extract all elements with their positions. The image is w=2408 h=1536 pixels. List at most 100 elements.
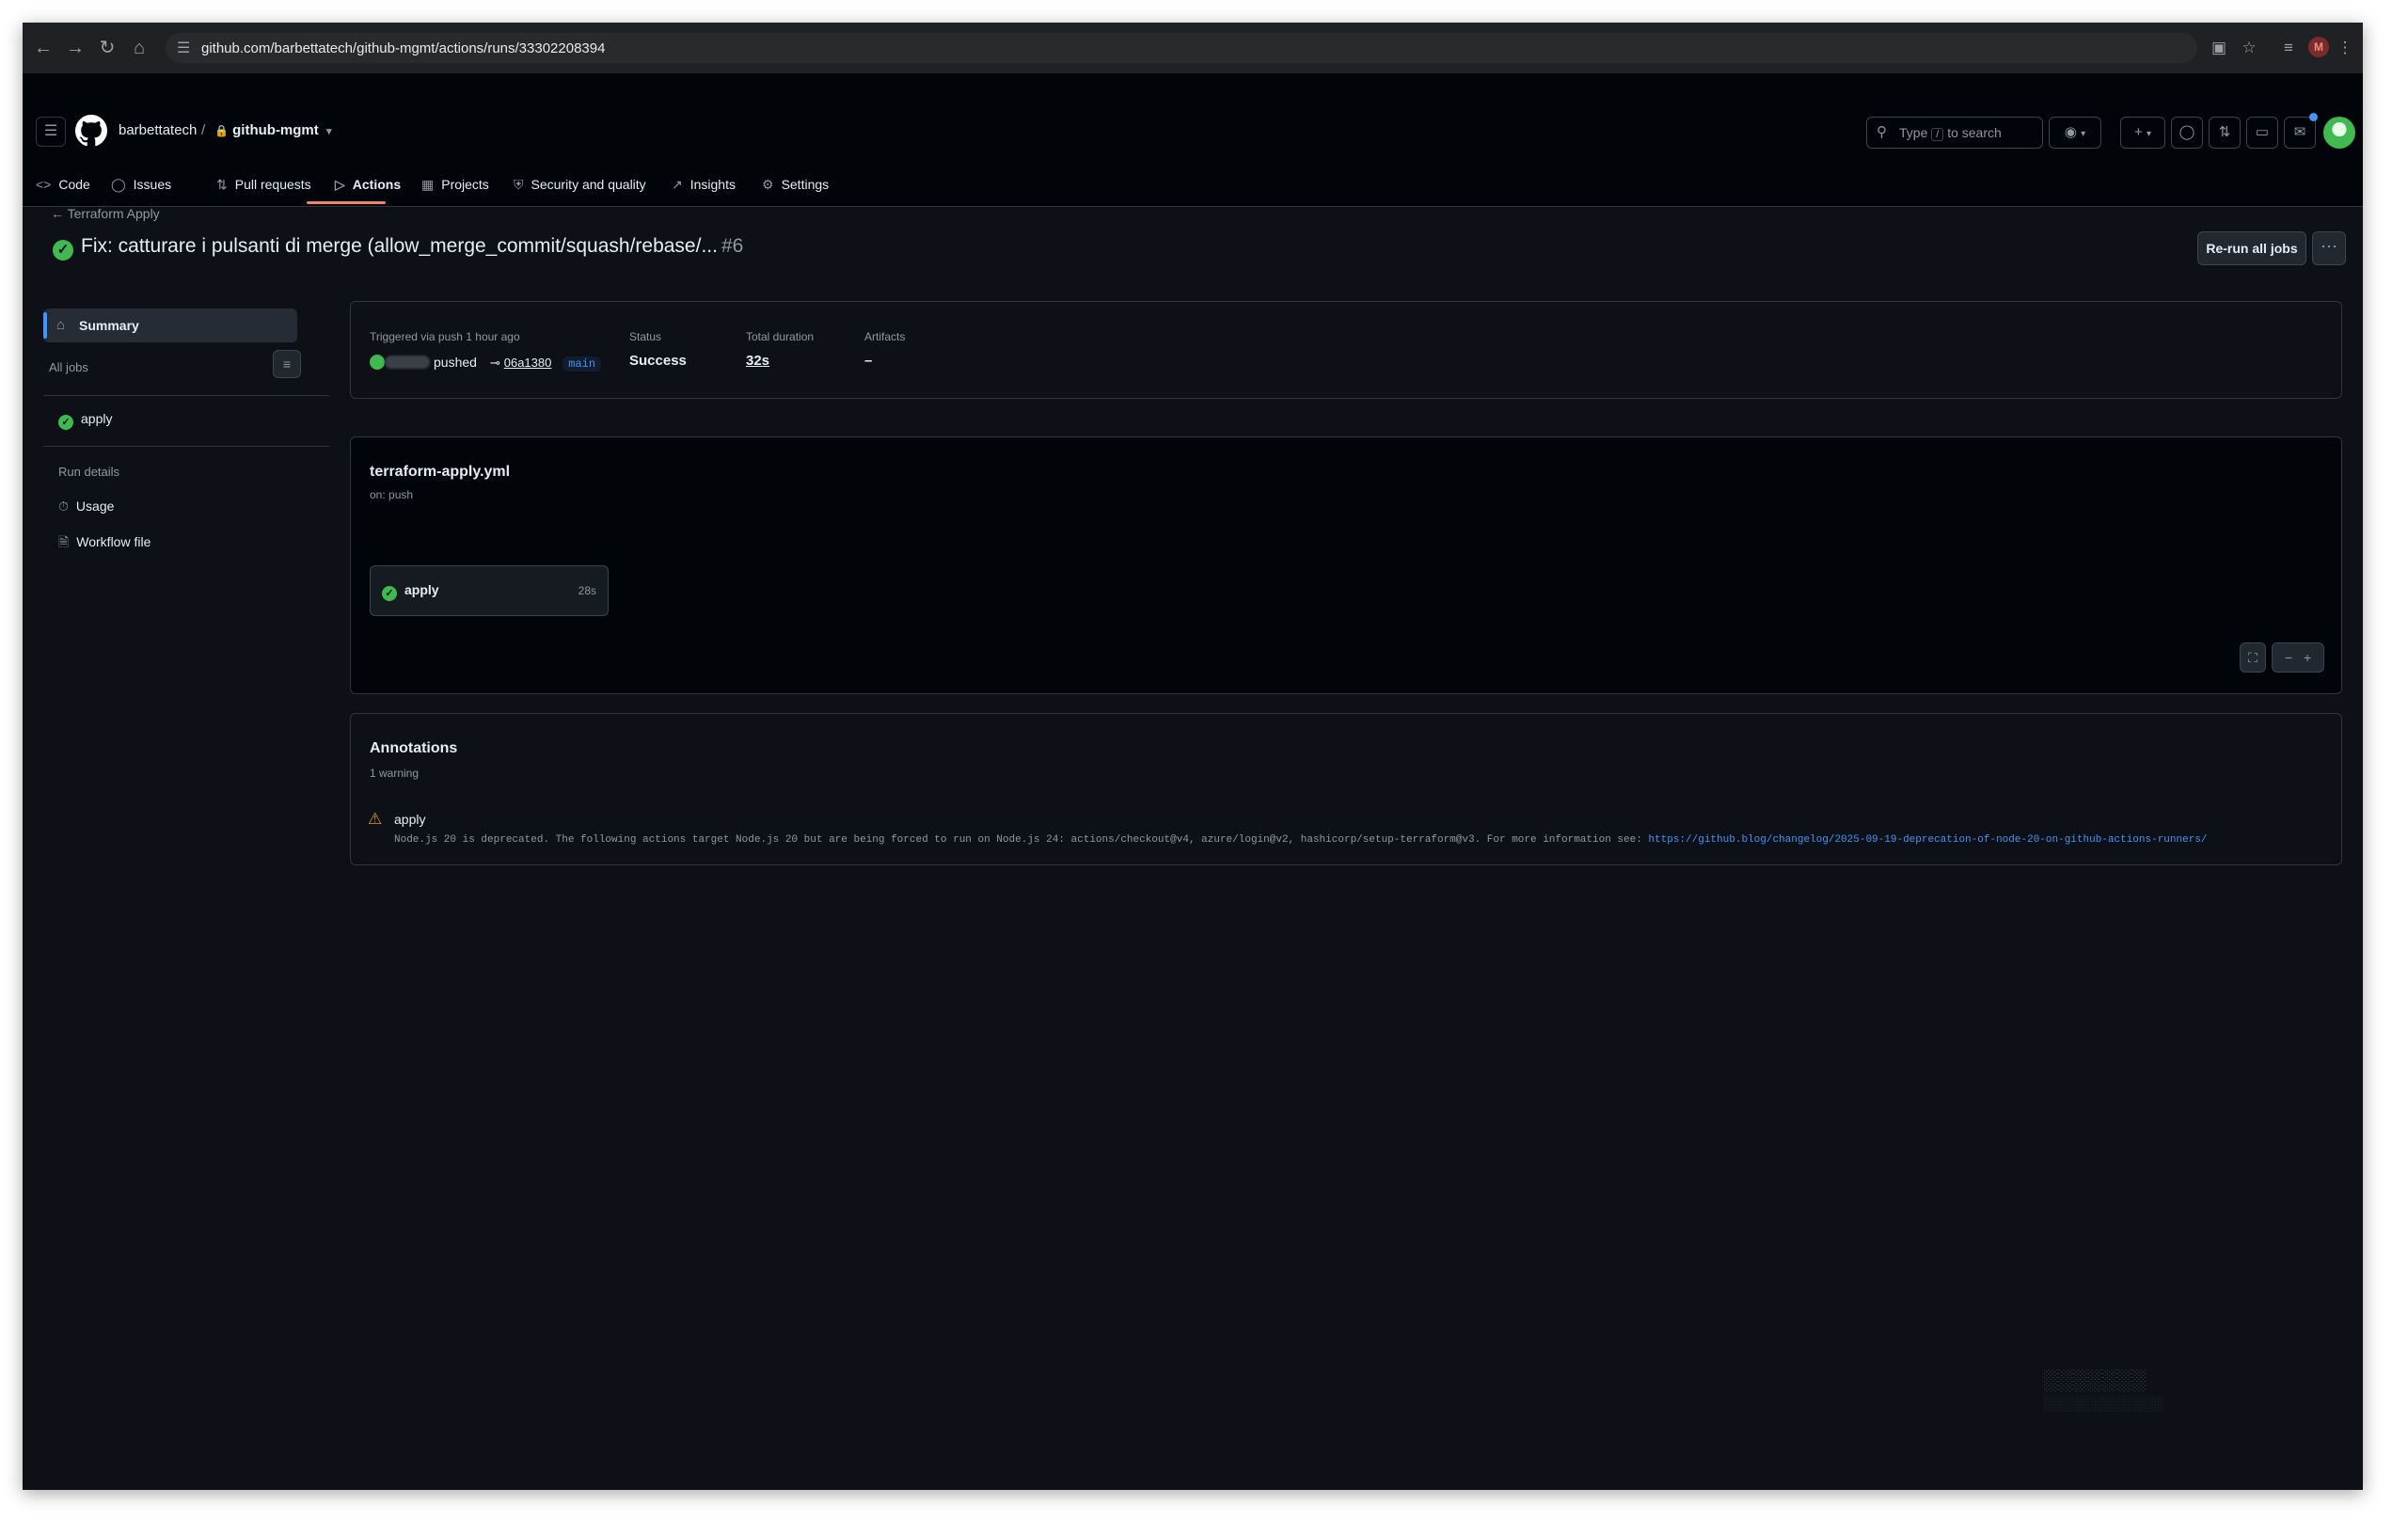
- inbox-button[interactable]: ✉: [2284, 117, 2316, 149]
- table-icon: ▦: [421, 177, 435, 192]
- commit-icon: ⊸: [489, 356, 500, 370]
- actor-avatar[interactable]: [370, 355, 385, 370]
- check-circle-icon: ✓: [382, 586, 397, 601]
- artifacts-value: –: [864, 353, 873, 369]
- trigger-label: Triggered via push 1 hour ago: [370, 330, 520, 343]
- media-controls-icon[interactable]: ≡: [2276, 36, 2301, 60]
- actor-name-redacted[interactable]: [385, 356, 430, 369]
- status-value: Success: [629, 353, 687, 369]
- tab-settings[interactable]: ⚙ Settings: [762, 166, 829, 205]
- run-title: ✓ Fix: catturare i pulsanti di merge (all…: [53, 235, 743, 261]
- tab-pull-requests[interactable]: ⇅ Pull requests: [216, 166, 311, 205]
- repo-link[interactable]: 🔒 github-mgmt ▾: [214, 122, 331, 138]
- tab-insights[interactable]: ↗ Insights: [672, 166, 736, 205]
- run-title-text: Fix: catturare i pulsanti di merge (allo…: [81, 235, 718, 257]
- chevron-down-icon[interactable]: ▾: [326, 126, 332, 137]
- browser-toolbar: ← → ↻ ⌂ ☰ github.com/barbettatech/github…: [23, 23, 2363, 73]
- selected-indicator: [43, 312, 47, 339]
- sidebar-divider: [43, 446, 329, 447]
- menu-icon[interactable]: ☰: [36, 117, 66, 147]
- owner-link[interactable]: barbettatech: [119, 122, 197, 138]
- tab-projects[interactable]: ▦ Projects: [421, 166, 489, 205]
- github-logo-icon[interactable]: [75, 115, 107, 147]
- chevron-down-icon: ▾: [2081, 129, 2086, 139]
- zoom-out-icon[interactable]: −: [2285, 650, 2292, 665]
- bookmark-star-icon[interactable]: ☆: [2237, 36, 2261, 60]
- issue-icon: ◯: [2178, 124, 2195, 140]
- pull-request-icon: ⇅: [2218, 124, 2231, 140]
- active-tab-indicator: [307, 201, 386, 204]
- trigger-actor: pushed ⊸ 06a1380 main: [370, 355, 602, 372]
- profile-avatar[interactable]: M: [2308, 37, 2329, 57]
- all-jobs-heading: All jobs: [49, 360, 88, 374]
- run-summary-card: Triggered via push 1 hour ago pushed ⊸ 06…: [350, 301, 2342, 399]
- sidebar-item-summary[interactable]: ⌂ Summary: [43, 309, 297, 342]
- sidebar-item-usage[interactable]: ⏱ Usage: [58, 499, 114, 515]
- filter-icon[interactable]: ≡: [273, 350, 301, 378]
- check-circle-icon: ✓: [58, 415, 73, 430]
- alert-icon: ⚠: [368, 810, 383, 828]
- duration-label: Total duration: [746, 330, 815, 343]
- search-input[interactable]: ⚲ Type / to search: [1866, 117, 2043, 149]
- duration-value[interactable]: 32s: [746, 353, 769, 369]
- stopwatch-icon: ⏱: [58, 499, 69, 514]
- issues-button[interactable]: ◯: [2171, 117, 2203, 149]
- sidebar-item-workflow-file[interactable]: 🗎 Workflow file: [58, 532, 150, 555]
- reload-icon[interactable]: ↻: [96, 37, 119, 59]
- workflow-file-name: terraform-apply.yml: [370, 464, 511, 480]
- fullscreen-icon[interactable]: ⛶: [2240, 642, 2266, 673]
- url-text[interactable]: github.com/barbettatech/github-mgmt/acti…: [201, 40, 605, 56]
- back-arrow-icon[interactable]: ←: [32, 37, 55, 59]
- annotations-count: 1 warning: [370, 767, 420, 780]
- address-bar[interactable]: ☰ github.com/barbettatech/github-mgmt/ac…: [166, 33, 2197, 63]
- repositories-button[interactable]: ▭: [2246, 117, 2278, 149]
- play-icon: ▷: [335, 177, 345, 192]
- browser-menu-icon[interactable]: ⋮: [2333, 36, 2357, 60]
- check-circle-icon: ✓: [53, 240, 73, 261]
- annotation-link[interactable]: https://github.blog/changelog/2025-09-19…: [1648, 834, 2207, 846]
- os-watermark: ░░░░░░░: [2043, 1368, 2147, 1391]
- rerun-all-jobs-button[interactable]: Re-run all jobs: [2197, 231, 2306, 265]
- annotation-job-link[interactable]: apply: [394, 812, 425, 827]
- home-icon[interactable]: ⌂: [128, 37, 150, 59]
- file-icon: 🗎: [58, 534, 70, 549]
- sidebar-job-apply[interactable]: ✓ apply: [58, 411, 112, 430]
- back-to-workflow-link[interactable]: ← Terraform Apply: [51, 206, 160, 221]
- copilot-button[interactable]: ◉ ▾: [2049, 117, 2101, 149]
- workflow-graph-card: terraform-apply.yml on: push ✓ apply 28s …: [350, 436, 2342, 694]
- arrow-left-icon: ←: [51, 206, 64, 221]
- search-icon: ⚲: [1877, 124, 1887, 140]
- user-avatar[interactable]: [2323, 117, 2355, 149]
- tab-security[interactable]: ⛨ Security and quality: [514, 166, 646, 205]
- repo-name[interactable]: github-mgmt: [232, 122, 319, 138]
- run-number: #6: [721, 235, 744, 257]
- tab-code[interactable]: <> Code: [36, 166, 90, 205]
- code-icon: <>: [36, 177, 52, 192]
- inbox-icon: ✉: [2293, 124, 2306, 140]
- more-options-icon[interactable]: ⋯: [2312, 231, 2346, 265]
- breadcrumb-separator: /: [201, 122, 206, 138]
- issue-icon: ◯: [111, 177, 126, 192]
- os-watermark-sub: ░░░░░░░░░░░░: [2043, 1396, 2163, 1412]
- branch-label[interactable]: main: [562, 356, 602, 372]
- shield-icon: ⛨: [514, 177, 524, 192]
- create-new-button[interactable]: + ▾: [2120, 117, 2165, 149]
- zoom-in-icon[interactable]: +: [2304, 650, 2311, 665]
- zoom-controls: − +: [2272, 642, 2324, 673]
- tab-actions[interactable]: ▷ Actions: [335, 166, 401, 205]
- annotations-title: Annotations: [370, 740, 458, 756]
- tab-issues[interactable]: ◯ Issues: [111, 166, 171, 205]
- install-app-icon[interactable]: ▣: [2207, 36, 2231, 60]
- gear-icon: ⚙: [762, 177, 774, 192]
- site-settings-icon[interactable]: ☰: [177, 39, 190, 57]
- search-shortcut-key: /: [1931, 128, 1944, 141]
- graph-icon: ↗: [672, 177, 683, 192]
- plus-icon: +: [2134, 124, 2143, 140]
- graph-job-apply[interactable]: ✓ apply 28s: [370, 565, 609, 616]
- artifacts-label: Artifacts: [864, 330, 906, 343]
- pull-request-icon: ⇅: [216, 177, 228, 192]
- forward-arrow-icon[interactable]: →: [64, 37, 87, 59]
- commit-link[interactable]: ⊸ 06a1380: [490, 356, 552, 370]
- pull-requests-button[interactable]: ⇅: [2209, 117, 2241, 149]
- lock-icon: 🔒: [214, 124, 229, 137]
